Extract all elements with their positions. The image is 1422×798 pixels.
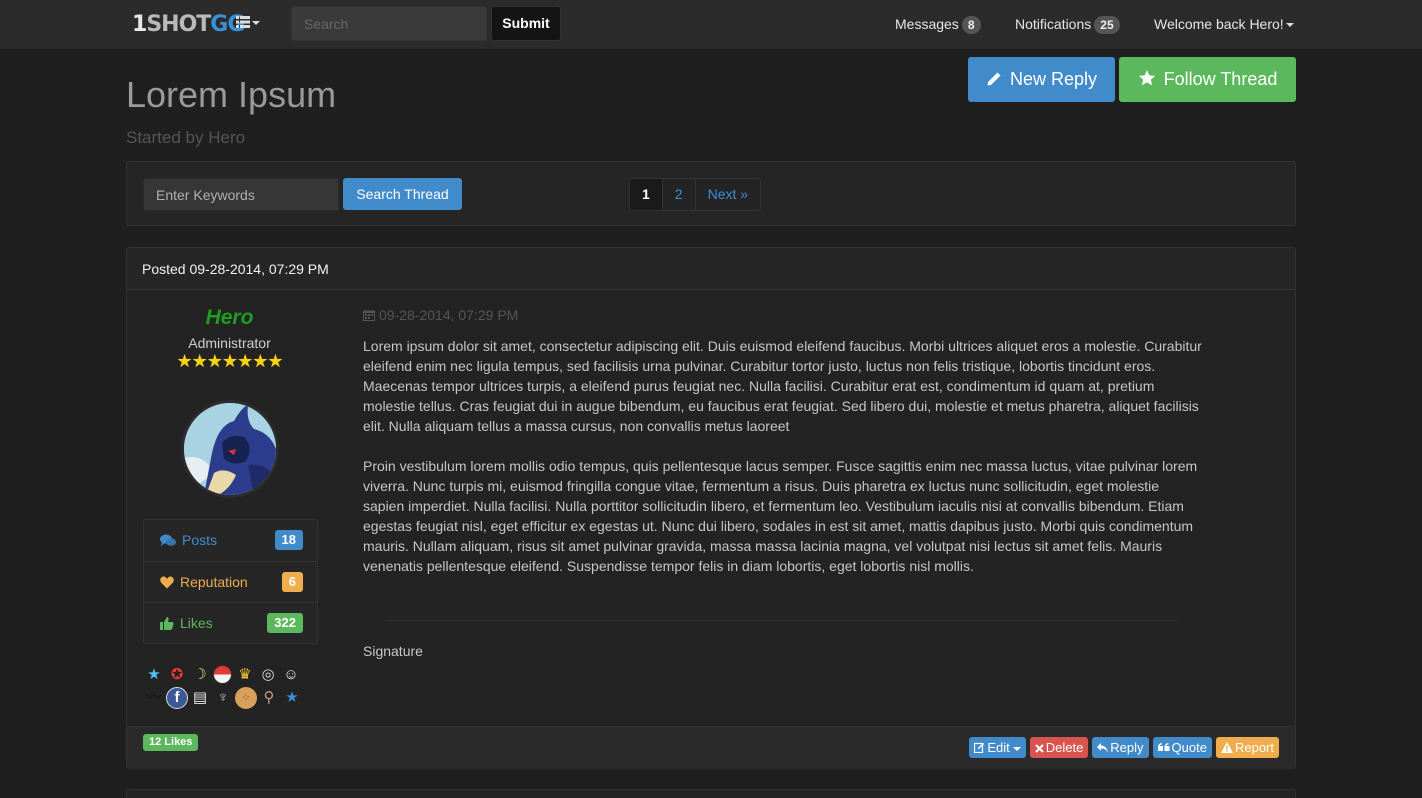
notifications-count-badge: 25: [1094, 16, 1120, 35]
pencil-icon: [987, 72, 1001, 86]
logo-part-1: 1: [132, 12, 147, 37]
calendar-icon: [363, 310, 375, 321]
keyword-search-input[interactable]: [143, 178, 339, 211]
crown-icon[interactable]: ♛: [234, 664, 256, 686]
author-rank-stars: ★★★★★★★: [176, 351, 284, 371]
star-icon[interactable]: ★: [143, 664, 165, 686]
spoon-icon[interactable]: ⚲: [258, 687, 280, 709]
thumbs-up-icon: [160, 617, 174, 630]
stat-reputation-count: 6: [281, 572, 303, 592]
report-button[interactable]: Report: [1215, 737, 1279, 758]
post-panel: Posted 09-28-2014, 07:29 PM Hero Adminis…: [126, 247, 1296, 769]
quote-button[interactable]: Quote: [1152, 737, 1212, 758]
mustache-icon[interactable]: 〰: [143, 687, 165, 709]
post-actions: Edit Delete Reply Quote Report: [969, 737, 1279, 758]
messages-link[interactable]: Messages 8: [895, 0, 981, 50]
comments-icon: [160, 534, 176, 546]
stat-posts[interactable]: Posts 18: [144, 520, 317, 561]
edit-icon: [974, 742, 985, 754]
times-icon: [1034, 744, 1044, 753]
top-navbar: 1SHOTGG Submit Messages8 Notifications25…: [0, 0, 1422, 50]
document-icon[interactable]: ▤: [189, 687, 211, 709]
microphone-icon[interactable]: ♆: [212, 687, 234, 709]
thread-subtitle: Started by Hero: [126, 128, 246, 147]
follow-thread-button[interactable]: Follow Thread: [1119, 57, 1296, 102]
gamepad-icon[interactable]: ◎: [257, 664, 279, 686]
post-paragraph: Lorem ipsum dolor sit amet, consectetur …: [363, 338, 1202, 434]
page-link-2[interactable]: 2: [661, 179, 695, 210]
reply-button[interactable]: Reply: [1092, 737, 1149, 758]
warning-icon: [1220, 742, 1233, 753]
quote-icon: [1157, 743, 1170, 751]
search-input[interactable]: [291, 6, 487, 41]
notifications-link[interactable]: Notifications 25: [1015, 0, 1120, 50]
thread-title: Lorem Ipsum: [126, 74, 337, 115]
stat-likes-count: 322: [267, 613, 303, 633]
next-page-link[interactable]: Next »: [694, 179, 761, 210]
heart-icon: [160, 576, 174, 589]
awards-section: ★ ✪ ☽ ♛ ◎ ☺ 〰 f ▤ ♆ ⁘ ⚲ ★: [143, 664, 313, 710]
cookie-icon[interactable]: ⁘: [235, 687, 257, 709]
edit-label: Edit: [987, 740, 1010, 755]
post-header: Posted 09-28-2014, 07:29 PM: [127, 248, 1295, 290]
post-content: Lorem ipsum dolor sit amet, consectetur …: [363, 336, 1203, 596]
messages-label: Messages: [895, 16, 959, 32]
search-submit-button[interactable]: Submit: [491, 6, 561, 41]
avatar-image: [184, 403, 276, 495]
chevron-down-icon: [1012, 746, 1021, 751]
next-post-panel: [126, 789, 1296, 798]
chevron-down-icon: [252, 21, 260, 26]
stat-likes-label: Likes: [180, 615, 213, 631]
report-label: Report: [1234, 740, 1274, 755]
stat-posts-count: 18: [274, 530, 303, 550]
facebook-icon[interactable]: f: [166, 687, 188, 709]
chevron-down-icon: [1285, 23, 1294, 28]
pokeball-icon[interactable]: [213, 665, 232, 684]
user-menu[interactable]: Welcome back Hero!: [1154, 0, 1294, 50]
cat-icon[interactable]: ☺: [280, 664, 302, 686]
logo-part-2: SHOT: [146, 12, 211, 37]
list-icon: [236, 16, 250, 28]
signature: Signature: [363, 643, 423, 659]
stat-posts-label: Posts: [182, 532, 218, 548]
page-link-1[interactable]: 1: [630, 179, 662, 210]
notifications-label: Notifications: [1015, 16, 1092, 32]
post-paragraph: Proin vestibulum lorem mollis odio tempu…: [363, 458, 1198, 574]
delete-button[interactable]: Delete: [1029, 737, 1089, 758]
stat-reputation-label: Reputation: [180, 574, 248, 590]
red-star-icon[interactable]: ✪: [166, 664, 188, 686]
avatar[interactable]: [181, 400, 279, 498]
site-logo[interactable]: 1SHOTGG: [132, 10, 245, 40]
thread-tools-panel: Search Thread 1 2 Next »: [126, 161, 1296, 226]
search-thread-button[interactable]: Search Thread: [343, 178, 462, 210]
signature-divider: [385, 620, 1177, 621]
welcome-label: Welcome back Hero!: [1154, 16, 1284, 32]
new-reply-button[interactable]: New Reply: [968, 57, 1115, 102]
menu-toggle[interactable]: [236, 14, 260, 30]
stat-reputation[interactable]: Reputation 6: [144, 561, 317, 602]
star-icon: [1138, 70, 1155, 86]
quote-label: Quote: [1171, 740, 1207, 755]
post-date-text: 09-28-2014, 07:29 PM: [379, 307, 519, 323]
blue-star-icon[interactable]: ★: [281, 687, 303, 709]
edit-button[interactable]: Edit: [969, 737, 1026, 758]
author-name[interactable]: Hero: [127, 306, 332, 330]
delete-label: Delete: [1045, 740, 1084, 755]
author-role: Administrator: [188, 335, 271, 351]
post-date: 09-28-2014, 07:29 PM: [363, 307, 518, 323]
stat-likes[interactable]: Likes 322: [144, 602, 317, 643]
new-reply-label: New Reply: [1009, 69, 1098, 89]
messages-count-badge: 8: [961, 16, 981, 35]
pagination: 1 2 Next »: [629, 178, 762, 211]
reply-label: Reply: [1110, 740, 1144, 755]
banana-icon[interactable]: ☽: [189, 664, 211, 686]
author-stats: Posts 18 Reputation 6 Likes 322: [143, 519, 318, 644]
follow-thread-label: Follow Thread: [1163, 69, 1278, 89]
likes-badge[interactable]: 12 Likes: [143, 734, 199, 751]
reply-icon: [1097, 743, 1109, 753]
